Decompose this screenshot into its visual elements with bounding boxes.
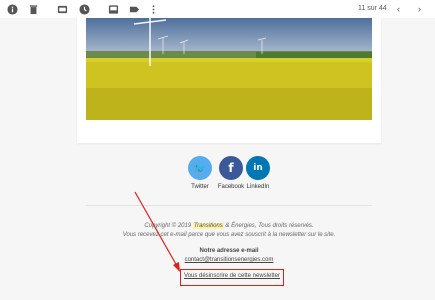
page-count: 11 sur 44 <box>358 5 387 12</box>
move-to-folder-icon[interactable] <box>56 3 68 15</box>
more-vert-icon[interactable] <box>147 3 159 15</box>
linkedin-icon[interactable]: in <box>246 156 270 180</box>
copyright-suffix: & Énergies, Tous droits réservés. <box>223 223 314 229</box>
twitter-icon[interactable]: 🐦 <box>188 156 212 180</box>
unsubscribe-link[interactable]: Vous désinscrire de cette newsletter <box>182 273 282 279</box>
trash-icon[interactable] <box>27 3 39 15</box>
contact-email-link[interactable]: contact@transitionsenergies.com <box>86 257 372 263</box>
previous-email-button[interactable]: ‹ <box>397 3 400 15</box>
info-icon[interactable] <box>6 3 18 15</box>
copyright-prefix: Copyright © 2019 <box>144 223 193 229</box>
label-icon[interactable] <box>107 3 119 15</box>
tag-icon[interactable] <box>128 3 140 15</box>
copyright-text: Copyright © 2019 Transitions & Énergies,… <box>86 222 372 231</box>
footer-divider <box>86 205 372 206</box>
next-email-button[interactable]: › <box>418 3 421 15</box>
linkedin-label[interactable]: LinkedIn <box>238 184 278 190</box>
brand-name: Transitions <box>192 223 224 229</box>
clock-icon[interactable] <box>78 3 90 15</box>
social-links: 🐦 f in Twitter Facebook LinkedIn <box>186 156 276 196</box>
email-toolbar: 11 sur 44 ‹ › <box>0 0 435 18</box>
address-title: Notre adresse e-mail <box>199 248 259 254</box>
subscription-notice: Vous recevez cet e-mail parce que vous a… <box>122 232 336 238</box>
wind-turbines-rapeseed-photo <box>86 18 372 120</box>
facebook-icon[interactable]: f <box>219 156 243 180</box>
